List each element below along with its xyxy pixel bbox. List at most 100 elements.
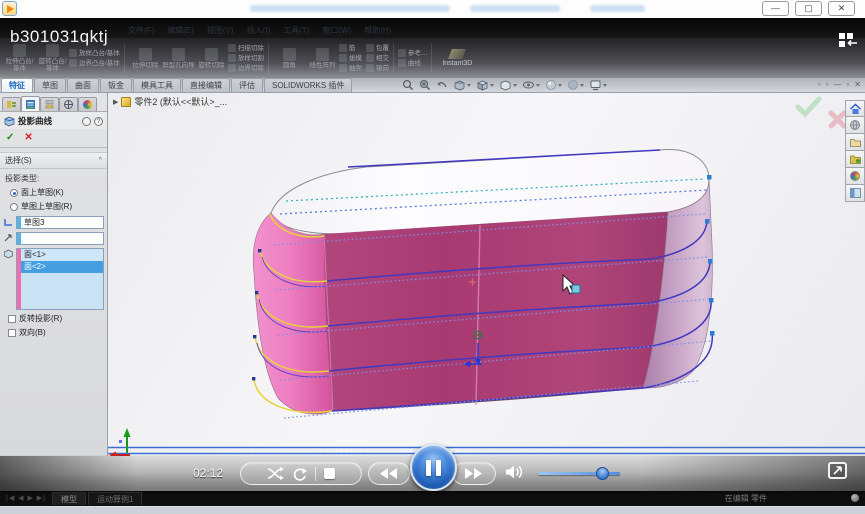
- revolved-boss-button[interactable]: 旋转凸台/基体: [36, 44, 69, 72]
- graphics-viewport[interactable]: ▶ 零件2 (默认<<默认>_...: [108, 93, 865, 490]
- menu-item[interactable]: 文件(F): [128, 25, 154, 36]
- tab-direct-editing[interactable]: 直接编辑: [182, 78, 230, 92]
- swept-cut-button[interactable]: 扫描切除: [228, 44, 264, 52]
- tab-solidworks-addins[interactable]: SOLIDWORKS 插件: [264, 78, 352, 92]
- intersect-button[interactable]: 相交: [366, 54, 389, 62]
- pin-icon[interactable]: [82, 117, 91, 126]
- file-explorer-icon[interactable]: [845, 151, 865, 168]
- radio-sketch-on-sketch[interactable]: 草图上草图(R): [0, 199, 107, 213]
- speaker-icon[interactable]: [505, 464, 525, 480]
- tab-sketch[interactable]: 草图: [34, 78, 66, 92]
- stop-icon[interactable]: [324, 468, 335, 479]
- tab-mold-tools[interactable]: 模具工具: [133, 78, 181, 92]
- selection-section-header[interactable]: 选择(S) ^: [0, 152, 107, 169]
- view-orientation-icon[interactable]: [476, 79, 494, 91]
- confirm-cancel-icon[interactable]: [831, 113, 844, 126]
- previous-view-icon[interactable]: [436, 79, 448, 91]
- shell-button[interactable]: 抽壳: [339, 64, 362, 72]
- tab-sheet-metal[interactable]: 钣金: [100, 78, 132, 92]
- tab-surfaces[interactable]: 曲面: [67, 78, 99, 92]
- design-library-icon[interactable]: [845, 134, 865, 151]
- menu-item[interactable]: 帮助(H): [364, 25, 391, 36]
- tab-features[interactable]: 特征: [1, 78, 33, 92]
- home-icon[interactable]: [845, 100, 865, 117]
- menu-item[interactable]: 窗口(W): [322, 25, 351, 36]
- boundary-boss-button[interactable]: 边界凸台/基体: [69, 59, 120, 67]
- bidirectional-checkbox[interactable]: 双向(B): [0, 324, 107, 338]
- doc-minimize-icon[interactable]: —: [833, 80, 841, 89]
- fast-forward-button[interactable]: [452, 462, 496, 485]
- hide-show-items-icon[interactable]: [522, 79, 540, 91]
- volume-slider[interactable]: [538, 472, 620, 475]
- face-list-item[interactable]: 面<1>: [21, 249, 103, 261]
- appearances-scenes-icon[interactable]: [845, 168, 865, 185]
- menu-item[interactable]: 工具(T): [283, 25, 309, 36]
- repeat-icon[interactable]: [292, 467, 307, 481]
- fullscreen-button[interactable]: [828, 462, 847, 479]
- tab-evaluate[interactable]: 评估: [231, 78, 263, 92]
- wrap-button[interactable]: 包覆: [366, 44, 389, 52]
- doc-restore-icon[interactable]: ▫: [818, 80, 821, 89]
- extruded-boss-button[interactable]: 拉伸凸台/基体: [3, 44, 36, 72]
- zoom-area-icon[interactable]: [419, 79, 431, 91]
- dimxpert-manager-tab[interactable]: [59, 97, 78, 111]
- tab-model[interactable]: 模型: [52, 492, 86, 505]
- solidworks-resources-icon[interactable]: [845, 117, 865, 134]
- doc-maximize-icon[interactable]: ▫: [846, 80, 849, 89]
- doc-restore2-icon[interactable]: ▫: [826, 80, 829, 89]
- reference-geometry-button[interactable]: 参考…: [398, 49, 428, 57]
- curves-button[interactable]: 曲线: [398, 59, 428, 67]
- menu-item[interactable]: 视图(V): [207, 25, 234, 36]
- media-play-icon[interactable]: [2, 1, 17, 16]
- rewind-button[interactable]: [368, 462, 410, 485]
- edit-appearance-icon[interactable]: [545, 79, 562, 91]
- extruded-cut-button[interactable]: 拉伸切除: [129, 48, 162, 69]
- mirror-button[interactable]: 镜向: [366, 64, 389, 72]
- display-manager-tab[interactable]: [78, 97, 97, 111]
- feature-manager-tab[interactable]: [2, 97, 21, 111]
- boundary-cut-button[interactable]: 边界切除: [228, 64, 264, 72]
- configuration-manager-tab[interactable]: [40, 97, 59, 111]
- flyout-expand-arrow[interactable]: ▶: [113, 98, 118, 106]
- collapse-caret-icon[interactable]: ^: [99, 157, 102, 164]
- menu-item[interactable]: 编辑(E): [167, 25, 194, 36]
- highlighted-sketch-line[interactable]: [108, 448, 865, 454]
- cancel-button[interactable]: ✕: [24, 132, 32, 143]
- display-style-icon[interactable]: [499, 79, 517, 91]
- pause-button[interactable]: [410, 444, 457, 491]
- doc-close-icon[interactable]: ✕: [854, 80, 861, 89]
- rib-button[interactable]: 筋: [339, 44, 362, 52]
- face-list-item-selected[interactable]: 面<2>: [21, 261, 103, 273]
- custom-properties-icon[interactable]: [845, 185, 865, 202]
- hole-wizard-button[interactable]: 异型孔向导: [162, 48, 195, 69]
- maximize-button[interactable]: ▢: [795, 1, 822, 16]
- help-icon[interactable]: ?: [94, 117, 103, 126]
- confirm-ok-icon[interactable]: [798, 99, 819, 114]
- sketch-selection-field[interactable]: 草图3: [16, 216, 104, 229]
- volume-knob[interactable]: [596, 467, 609, 480]
- instant3d-button[interactable]: Instant3D: [442, 49, 472, 67]
- faces-listbox[interactable]: 面<1> 面<2>: [16, 248, 104, 310]
- property-manager-tab[interactable]: [21, 96, 40, 111]
- model-3d-view[interactable]: [108, 93, 865, 490]
- fillet-button[interactable]: 圆角: [273, 48, 306, 69]
- lofted-cut-button[interactable]: 放样切割: [228, 54, 264, 62]
- revolved-cut-button[interactable]: 旋转切除: [195, 48, 228, 69]
- grid-layout-icon[interactable]: [837, 32, 859, 48]
- draft-button[interactable]: 拔模: [339, 54, 362, 62]
- tab-motion-study[interactable]: 运动算例1: [88, 492, 142, 505]
- apply-scene-icon[interactable]: [567, 79, 584, 91]
- tab-scroll-arrows[interactable]: |◀ ◀ ▶ ▶|: [0, 494, 52, 502]
- invert-projection-checkbox[interactable]: 反转投影(R): [0, 310, 107, 324]
- ok-button[interactable]: ✓: [6, 132, 14, 143]
- radio-sketch-on-face[interactable]: 面上草图(K): [0, 185, 107, 199]
- menu-item[interactable]: 插入(I): [247, 25, 271, 36]
- minimize-button[interactable]: —: [762, 1, 789, 16]
- zoom-fit-icon[interactable]: [402, 79, 414, 91]
- close-button[interactable]: ✕: [828, 1, 855, 16]
- section-view-icon[interactable]: [453, 79, 471, 91]
- shuffle-icon[interactable]: [267, 467, 284, 480]
- lofted-boss-button[interactable]: 放样凸台/基体: [69, 49, 120, 57]
- linear-pattern-button[interactable]: 线性阵列: [306, 48, 339, 69]
- view-settings-icon[interactable]: [589, 79, 607, 91]
